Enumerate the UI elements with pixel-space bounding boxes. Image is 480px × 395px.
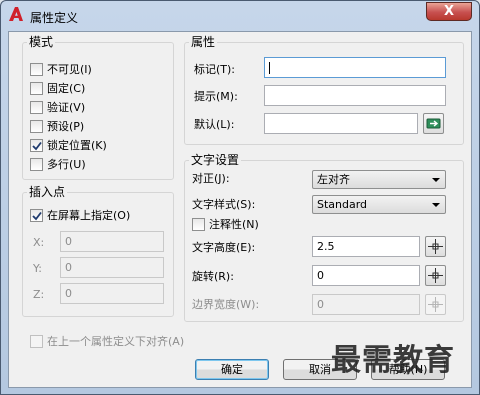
- verify-label: 验证(V): [47, 101, 86, 114]
- justify-value: 左对齐: [317, 173, 350, 186]
- z-label: Z:: [33, 288, 45, 301]
- rotation-input[interactable]: 0: [312, 265, 420, 286]
- default-label: 默认(L):: [194, 118, 235, 131]
- lock-position-checkbox[interactable]: [30, 139, 43, 152]
- x-label: X:: [33, 236, 45, 249]
- text-cursor: [269, 62, 270, 74]
- lock-position-label: 锁定位置(K): [47, 139, 107, 152]
- tag-label: 标记(T):: [194, 63, 236, 76]
- multiline-label: 多行(U): [47, 158, 86, 171]
- y-label: Y:: [33, 262, 42, 275]
- prompt-input[interactable]: [264, 85, 446, 106]
- crosshair-pick-icon: [428, 239, 443, 254]
- attribute-group-title: 属性: [189, 35, 218, 49]
- specify-on-screen-label: 在屏幕上指定(O): [47, 209, 131, 222]
- annotative-label: 注释性(N): [209, 218, 259, 231]
- specify-on-screen-checkbox[interactable]: [30, 209, 43, 222]
- align-below-label: 在上一个属性定义下对齐(A): [47, 335, 185, 348]
- justify-dropdown[interactable]: 左对齐: [312, 170, 446, 189]
- boundary-width-label: 边界宽度(W):: [192, 298, 260, 311]
- verify-checkbox[interactable]: [30, 101, 43, 114]
- autocad-app-icon: [9, 7, 23, 21]
- crosshair-pick-icon: [428, 268, 443, 283]
- z-coordinate-field[interactable]: 0: [60, 283, 164, 304]
- annotative-checkbox[interactable]: [192, 218, 205, 231]
- insertion-point-group-title: 插入点: [27, 185, 68, 199]
- invisible-checkbox[interactable]: [30, 63, 43, 76]
- close-button[interactable]: X: [426, 2, 472, 21]
- chevron-down-icon: [432, 203, 440, 207]
- insert-field-icon: [426, 118, 441, 129]
- preset-checkbox[interactable]: [30, 120, 43, 133]
- x-coordinate-field[interactable]: 0: [60, 231, 164, 252]
- default-input[interactable]: [264, 113, 418, 134]
- rotation-label: 旋转(R):: [192, 270, 234, 283]
- constant-checkbox[interactable]: [30, 82, 43, 95]
- checkmark-icon: [32, 141, 42, 151]
- text-style-label: 文字样式(S):: [192, 198, 256, 211]
- insert-field-button[interactable]: [423, 113, 444, 134]
- mode-group: [22, 42, 174, 180]
- title-bar[interactable]: 属性定义 X: [1, 1, 479, 31]
- prompt-label: 提示(M):: [194, 90, 238, 103]
- mode-group-title: 模式: [27, 35, 56, 49]
- boundary-width-input[interactable]: 0: [312, 294, 420, 315]
- close-icon: X: [443, 4, 455, 19]
- y-coordinate-field[interactable]: 0: [60, 257, 164, 278]
- ok-button[interactable]: 确定: [195, 359, 269, 380]
- pick-height-button[interactable]: [425, 236, 446, 257]
- tag-input[interactable]: [264, 57, 446, 78]
- preset-label: 预设(P): [47, 120, 85, 133]
- pick-boundary-button[interactable]: [425, 294, 446, 315]
- chevron-down-icon: [432, 178, 440, 182]
- dialog-title: 属性定义: [30, 11, 79, 25]
- crosshair-pick-icon: [428, 297, 443, 312]
- text-style-value: Standard: [317, 198, 368, 211]
- pick-rotation-button[interactable]: [425, 265, 446, 286]
- align-below-checkbox[interactable]: [30, 335, 43, 348]
- text-style-dropdown[interactable]: Standard: [312, 195, 446, 214]
- text-settings-group-title: 文字设置: [189, 153, 242, 167]
- invisible-label: 不可见(I): [47, 63, 92, 76]
- constant-label: 固定(C): [47, 82, 86, 95]
- justify-label: 对正(J):: [192, 172, 230, 185]
- dialog-window: 属性定义 X 模式 不可见(I) 固定(C) 验证(V) 预设(P) 锁定位置(…: [0, 0, 480, 395]
- text-height-label: 文字高度(E):: [192, 241, 256, 254]
- checkmark-icon: [32, 211, 42, 221]
- text-height-input[interactable]: 2.5: [312, 236, 420, 257]
- watermark-text: 最需教育: [331, 343, 455, 378]
- multiline-checkbox[interactable]: [30, 158, 43, 171]
